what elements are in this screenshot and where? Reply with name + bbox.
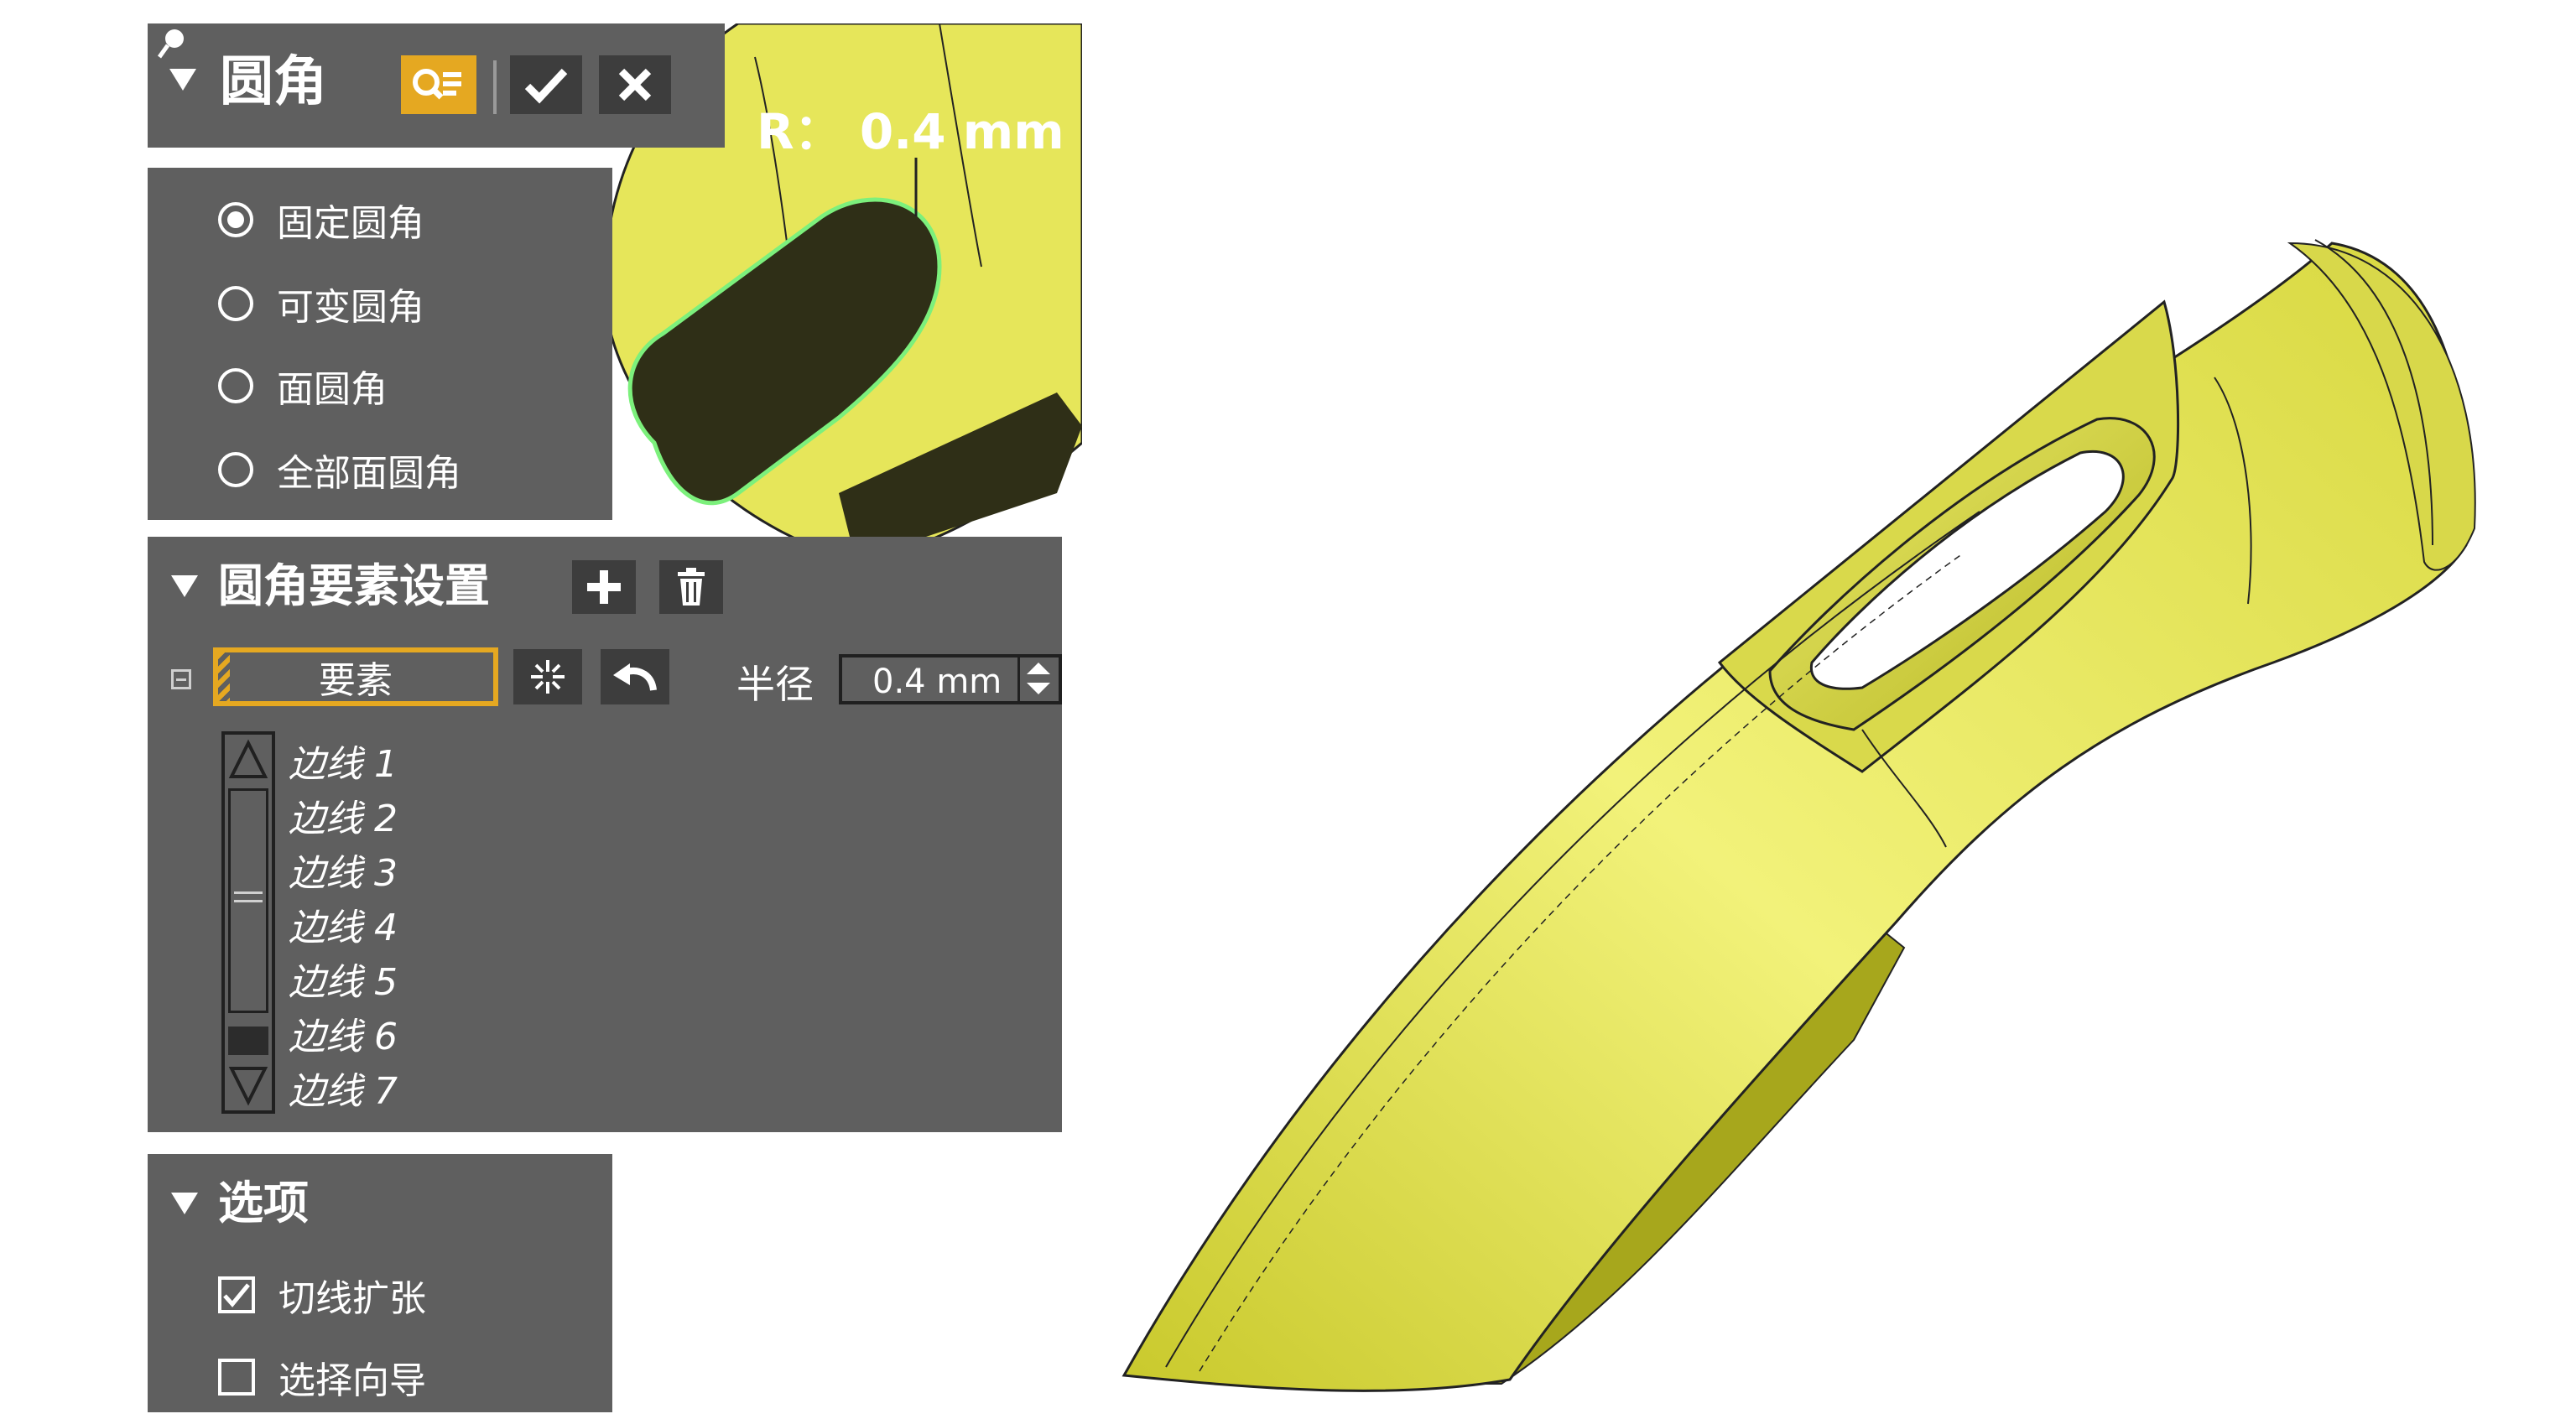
edge-list-scrollbar[interactable] xyxy=(221,731,275,1114)
scroll-up-icon[interactable] xyxy=(228,738,268,782)
toolbar-divider xyxy=(493,60,497,114)
fillet-type-panel: 固定圆角 可变圆角 面圆角 全部面圆角 xyxy=(148,168,612,520)
radius-stepper[interactable] xyxy=(1017,658,1059,701)
add-element-button[interactable] xyxy=(572,560,636,614)
fillet-type-option[interactable]: 全部面圆角 xyxy=(218,443,461,496)
radius-input-value: 0.4 mm xyxy=(872,663,1002,701)
radio-button[interactable] xyxy=(218,202,253,237)
option-label: 选择向导 xyxy=(278,1359,426,1402)
radio-label: 面圆角 xyxy=(277,368,388,411)
radius-annotation: R： 0.4 mm xyxy=(757,103,1064,160)
radio-button[interactable] xyxy=(218,368,253,403)
propagate-button[interactable] xyxy=(513,649,582,704)
list-item[interactable]: 边线 4 xyxy=(289,910,398,947)
collapse-arrow-icon[interactable] xyxy=(169,69,196,91)
options-panel: 选项 切线扩张 选择向导 xyxy=(148,1154,612,1412)
element-button-label: 要素 xyxy=(319,659,393,702)
pin-icon[interactable] xyxy=(156,25,190,62)
radio-label: 可变圆角 xyxy=(277,286,424,329)
radius-input[interactable]: 0.4 mm xyxy=(839,654,1062,704)
handle-body xyxy=(1121,242,2469,1392)
list-item[interactable]: 边线 3 xyxy=(289,855,398,892)
list-item[interactable]: 边线 1 xyxy=(289,746,398,783)
check-icon xyxy=(524,68,568,104)
radio-label: 全部面圆角 xyxy=(277,452,461,495)
ok-button[interactable] xyxy=(510,55,582,114)
element-settings-panel: 圆角要素设置 要素 半径 0.4 mm 边线 1 边线 2 边线 3 边线 4 … xyxy=(148,537,1062,1132)
trash-icon xyxy=(678,568,705,606)
delete-element-button[interactable] xyxy=(659,560,723,614)
dialog-title: 圆角 xyxy=(220,51,327,113)
collapse-arrow-icon[interactable] xyxy=(171,575,198,597)
collapse-arrow-icon[interactable] xyxy=(171,1193,198,1214)
option-tangent-extend[interactable]: 切线扩张 xyxy=(218,1268,426,1322)
checkbox-checked[interactable] xyxy=(218,1276,255,1313)
list-item[interactable]: 边线 6 xyxy=(289,1019,398,1056)
burst-icon xyxy=(531,660,565,694)
search-list-icon xyxy=(413,69,461,100)
radius-label: 半径 xyxy=(736,662,814,707)
tree-collapse-toggle[interactable] xyxy=(171,669,191,689)
stepper-up-icon[interactable] xyxy=(1027,663,1050,674)
plus-icon xyxy=(587,570,621,604)
close-icon xyxy=(618,68,652,101)
preview-button[interactable] xyxy=(401,55,476,114)
stepper-down-icon[interactable] xyxy=(1027,683,1050,694)
scroll-thumb[interactable] xyxy=(228,788,268,1013)
radio-button[interactable] xyxy=(218,452,253,487)
section-title: 选项 xyxy=(218,1177,309,1229)
radio-label: 固定圆角 xyxy=(277,202,424,245)
list-item[interactable]: 边线 5 xyxy=(289,964,398,1001)
check-icon xyxy=(223,1283,250,1307)
dialog-header: 圆角 xyxy=(148,23,725,148)
handle-model xyxy=(1121,239,2476,1392)
option-selection-guide[interactable]: 选择向导 xyxy=(218,1350,426,1404)
model-viewport[interactable] xyxy=(1057,210,2483,1401)
cancel-button[interactable] xyxy=(599,55,671,114)
scroll-track-dark xyxy=(228,1027,268,1055)
undo-button[interactable] xyxy=(601,649,669,704)
fillet-type-option[interactable]: 面圆角 xyxy=(218,359,388,413)
element-accent xyxy=(218,652,230,701)
section-title: 圆角要素设置 xyxy=(218,559,490,612)
list-item[interactable]: 边线 7 xyxy=(289,1073,398,1110)
fillet-type-option[interactable]: 可变圆角 xyxy=(218,277,424,330)
list-item[interactable]: 边线 2 xyxy=(289,801,398,838)
fillet-type-option[interactable]: 固定圆角 xyxy=(218,193,424,247)
element-button[interactable]: 要素 xyxy=(213,647,498,706)
checkbox-unchecked[interactable] xyxy=(218,1359,255,1396)
radio-button[interactable] xyxy=(218,286,253,321)
option-label: 切线扩张 xyxy=(278,1277,426,1320)
undo-icon xyxy=(613,663,657,691)
scroll-down-icon[interactable] xyxy=(228,1063,268,1107)
